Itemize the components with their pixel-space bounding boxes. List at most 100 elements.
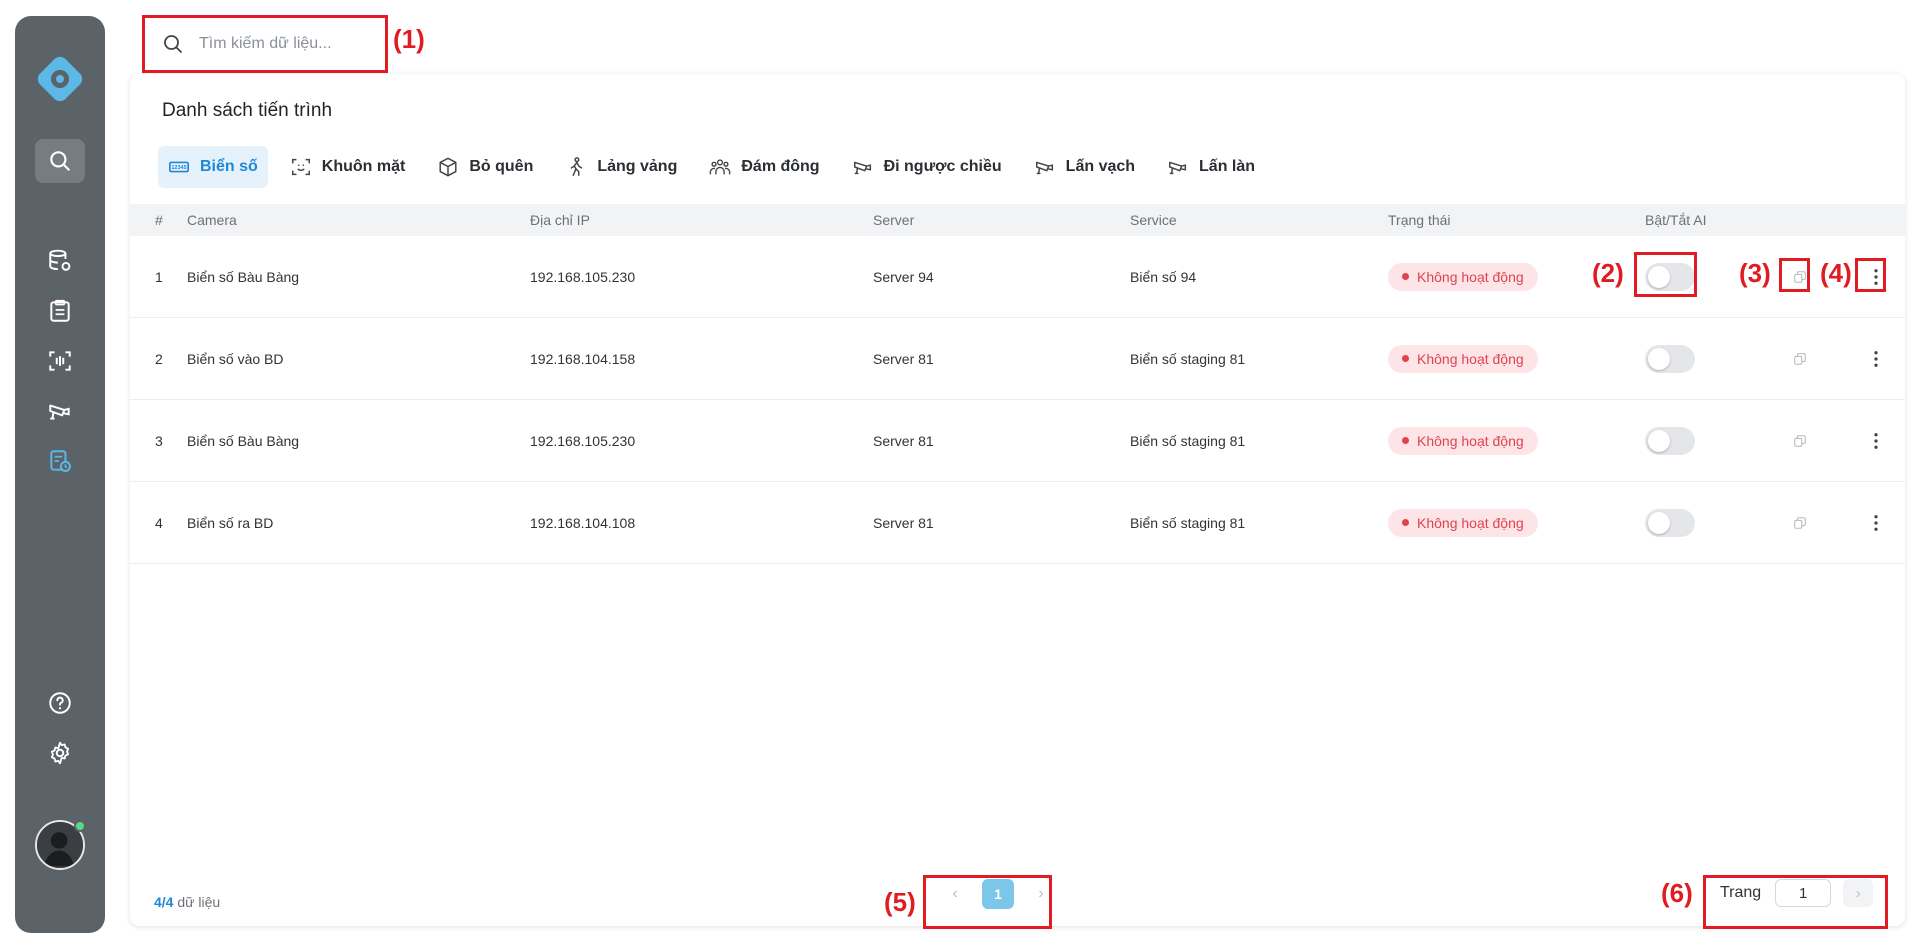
tab-face[interactable]: Khuôn mặt [280, 146, 416, 188]
status-badge: Không hoạt động [1388, 508, 1538, 537]
row-service: Biển số 94 [1130, 268, 1197, 285]
license-plate-icon: 12345 [169, 161, 189, 173]
more-options-button[interactable] [1865, 345, 1887, 373]
tab-label: Lấn làn [1199, 158, 1256, 175]
toggle-knob [1648, 347, 1670, 370]
tab-label: Đi ngược chiều [883, 158, 1002, 175]
category-tabs: 12345 Biển số Khuôn mặt Bỏ quên Lảng vản… [158, 146, 1277, 188]
row-index: 3 [155, 432, 163, 449]
app-logo-icon[interactable] [33, 52, 87, 106]
more-vertical-icon [1874, 432, 1878, 449]
gear-icon [50, 741, 70, 765]
scan-frame-icon [49, 351, 71, 371]
tab-label: Khuôn mặt [321, 158, 406, 175]
row-server: Server 81 [873, 432, 934, 449]
svg-text:12345: 12345 [171, 165, 186, 171]
page-title: Danh sách tiến trình [162, 100, 333, 121]
column-header-ip: Địa chỉ IP [530, 212, 590, 228]
table-row: 2 Biển số vào BD 192.168.104.158 Server … [130, 318, 1905, 400]
status-dot [1402, 519, 1409, 526]
copy-button[interactable] [1789, 348, 1811, 370]
row-camera: Biển số Bàu Bàng [187, 432, 300, 449]
annotation-label-1: (1) [393, 24, 425, 54]
sidebar-clipboard-button[interactable] [35, 289, 85, 333]
more-options-button[interactable] [1865, 509, 1887, 537]
sidebar-search-button[interactable] [35, 139, 85, 183]
row-server: Server 94 [873, 268, 934, 285]
status-dot [1402, 273, 1409, 280]
cctv-camera-icon [49, 404, 70, 420]
sidebar-settings-button[interactable] [35, 731, 85, 775]
row-server: Server 81 [873, 350, 934, 367]
annotation-box-2 [1634, 252, 1697, 297]
tab-loitering[interactable]: Lảng vảng [555, 146, 687, 188]
cctv-camera-icon [1035, 161, 1053, 175]
column-header-service: Service [1130, 212, 1177, 228]
toggle-knob [1648, 511, 1670, 534]
column-header-status: Trạng thái [1388, 212, 1451, 228]
copy-icon [1794, 352, 1806, 365]
tab-abandoned-object[interactable]: Bỏ quên [427, 146, 543, 188]
annotation-box-6 [1703, 875, 1888, 929]
sidebar-report-button[interactable] [35, 439, 85, 483]
report-clock-icon [50, 450, 71, 472]
copy-button[interactable] [1789, 430, 1811, 452]
row-camera: Biển số Bàu Bàng [187, 268, 300, 285]
count-total: /4 [161, 894, 174, 910]
cctv-camera-icon [853, 161, 871, 175]
ai-toggle[interactable] [1645, 344, 1695, 373]
tab-label: Lảng vảng [597, 158, 678, 175]
ai-toggle[interactable] [1645, 426, 1695, 455]
table-header: # Camera Địa chỉ IP Server Service Trạng… [130, 204, 1905, 236]
face-scan-icon [291, 158, 310, 176]
row-ip: 192.168.105.230 [530, 432, 636, 449]
box-icon [439, 157, 457, 177]
sidebar-scan-button[interactable] [35, 339, 85, 383]
row-index: 4 [155, 514, 163, 531]
online-status-dot [74, 820, 86, 832]
status-badge: Không hoạt động [1388, 262, 1538, 291]
sidebar-help-button[interactable] [35, 681, 85, 725]
tab-lane-violation[interactable]: Lấn làn [1157, 146, 1265, 188]
copy-button[interactable] [1789, 512, 1811, 534]
annotation-label-3: (3) [1739, 258, 1771, 288]
walking-person-icon [571, 157, 583, 176]
row-camera: Biển số ra BD [187, 514, 274, 531]
copy-icon [1794, 434, 1806, 447]
status-text: Không hoạt động [1417, 432, 1524, 449]
sidebar-database-button[interactable] [35, 239, 85, 283]
row-service: Biển số staging 81 [1130, 514, 1246, 531]
tab-wrong-way[interactable]: Đi ngược chiều [842, 146, 1012, 188]
tab-label: Đám đông [741, 158, 820, 175]
column-header-camera: Camera [187, 212, 237, 228]
count-shown: 4 [154, 894, 162, 910]
status-badge: Không hoạt động [1388, 344, 1538, 373]
help-circle-icon [49, 692, 71, 714]
annotation-box-5 [923, 875, 1052, 929]
row-ip: 192.168.104.158 [530, 350, 636, 367]
row-index: 2 [155, 350, 163, 367]
count-suffix: dữ liệu [173, 894, 221, 910]
status-badge: Không hoạt động [1388, 426, 1538, 455]
annotation-label-2: (2) [1592, 258, 1624, 288]
row-service: Biển số staging 81 [1130, 432, 1246, 449]
tab-crowd[interactable]: Đám đông [699, 146, 829, 188]
status-text: Không hoạt động [1417, 350, 1524, 367]
row-ip: 192.168.104.108 [530, 514, 636, 531]
status-dot [1402, 355, 1409, 362]
more-options-button[interactable] [1865, 427, 1887, 455]
tab-line-crossing[interactable]: Lấn vạch [1024, 146, 1145, 188]
tab-license-plate[interactable]: 12345 Biển số [158, 146, 268, 188]
annotation-label-5: (5) [884, 887, 916, 917]
row-ip: 192.168.105.230 [530, 268, 636, 285]
tab-label: Biển số [200, 158, 258, 175]
database-settings-icon [49, 249, 71, 271]
ai-toggle[interactable] [1645, 508, 1695, 537]
column-header-ai-toggle: Bật/Tắt AI [1645, 212, 1707, 228]
more-vertical-icon [1874, 514, 1878, 531]
annotation-box-3 [1779, 258, 1810, 292]
sidebar-camera-button[interactable] [35, 389, 85, 433]
annotation-label-4: (4) [1820, 258, 1852, 288]
row-server: Server 81 [873, 514, 934, 531]
table-row: 3 Biển số Bàu Bàng 192.168.105.230 Serve… [130, 400, 1905, 482]
